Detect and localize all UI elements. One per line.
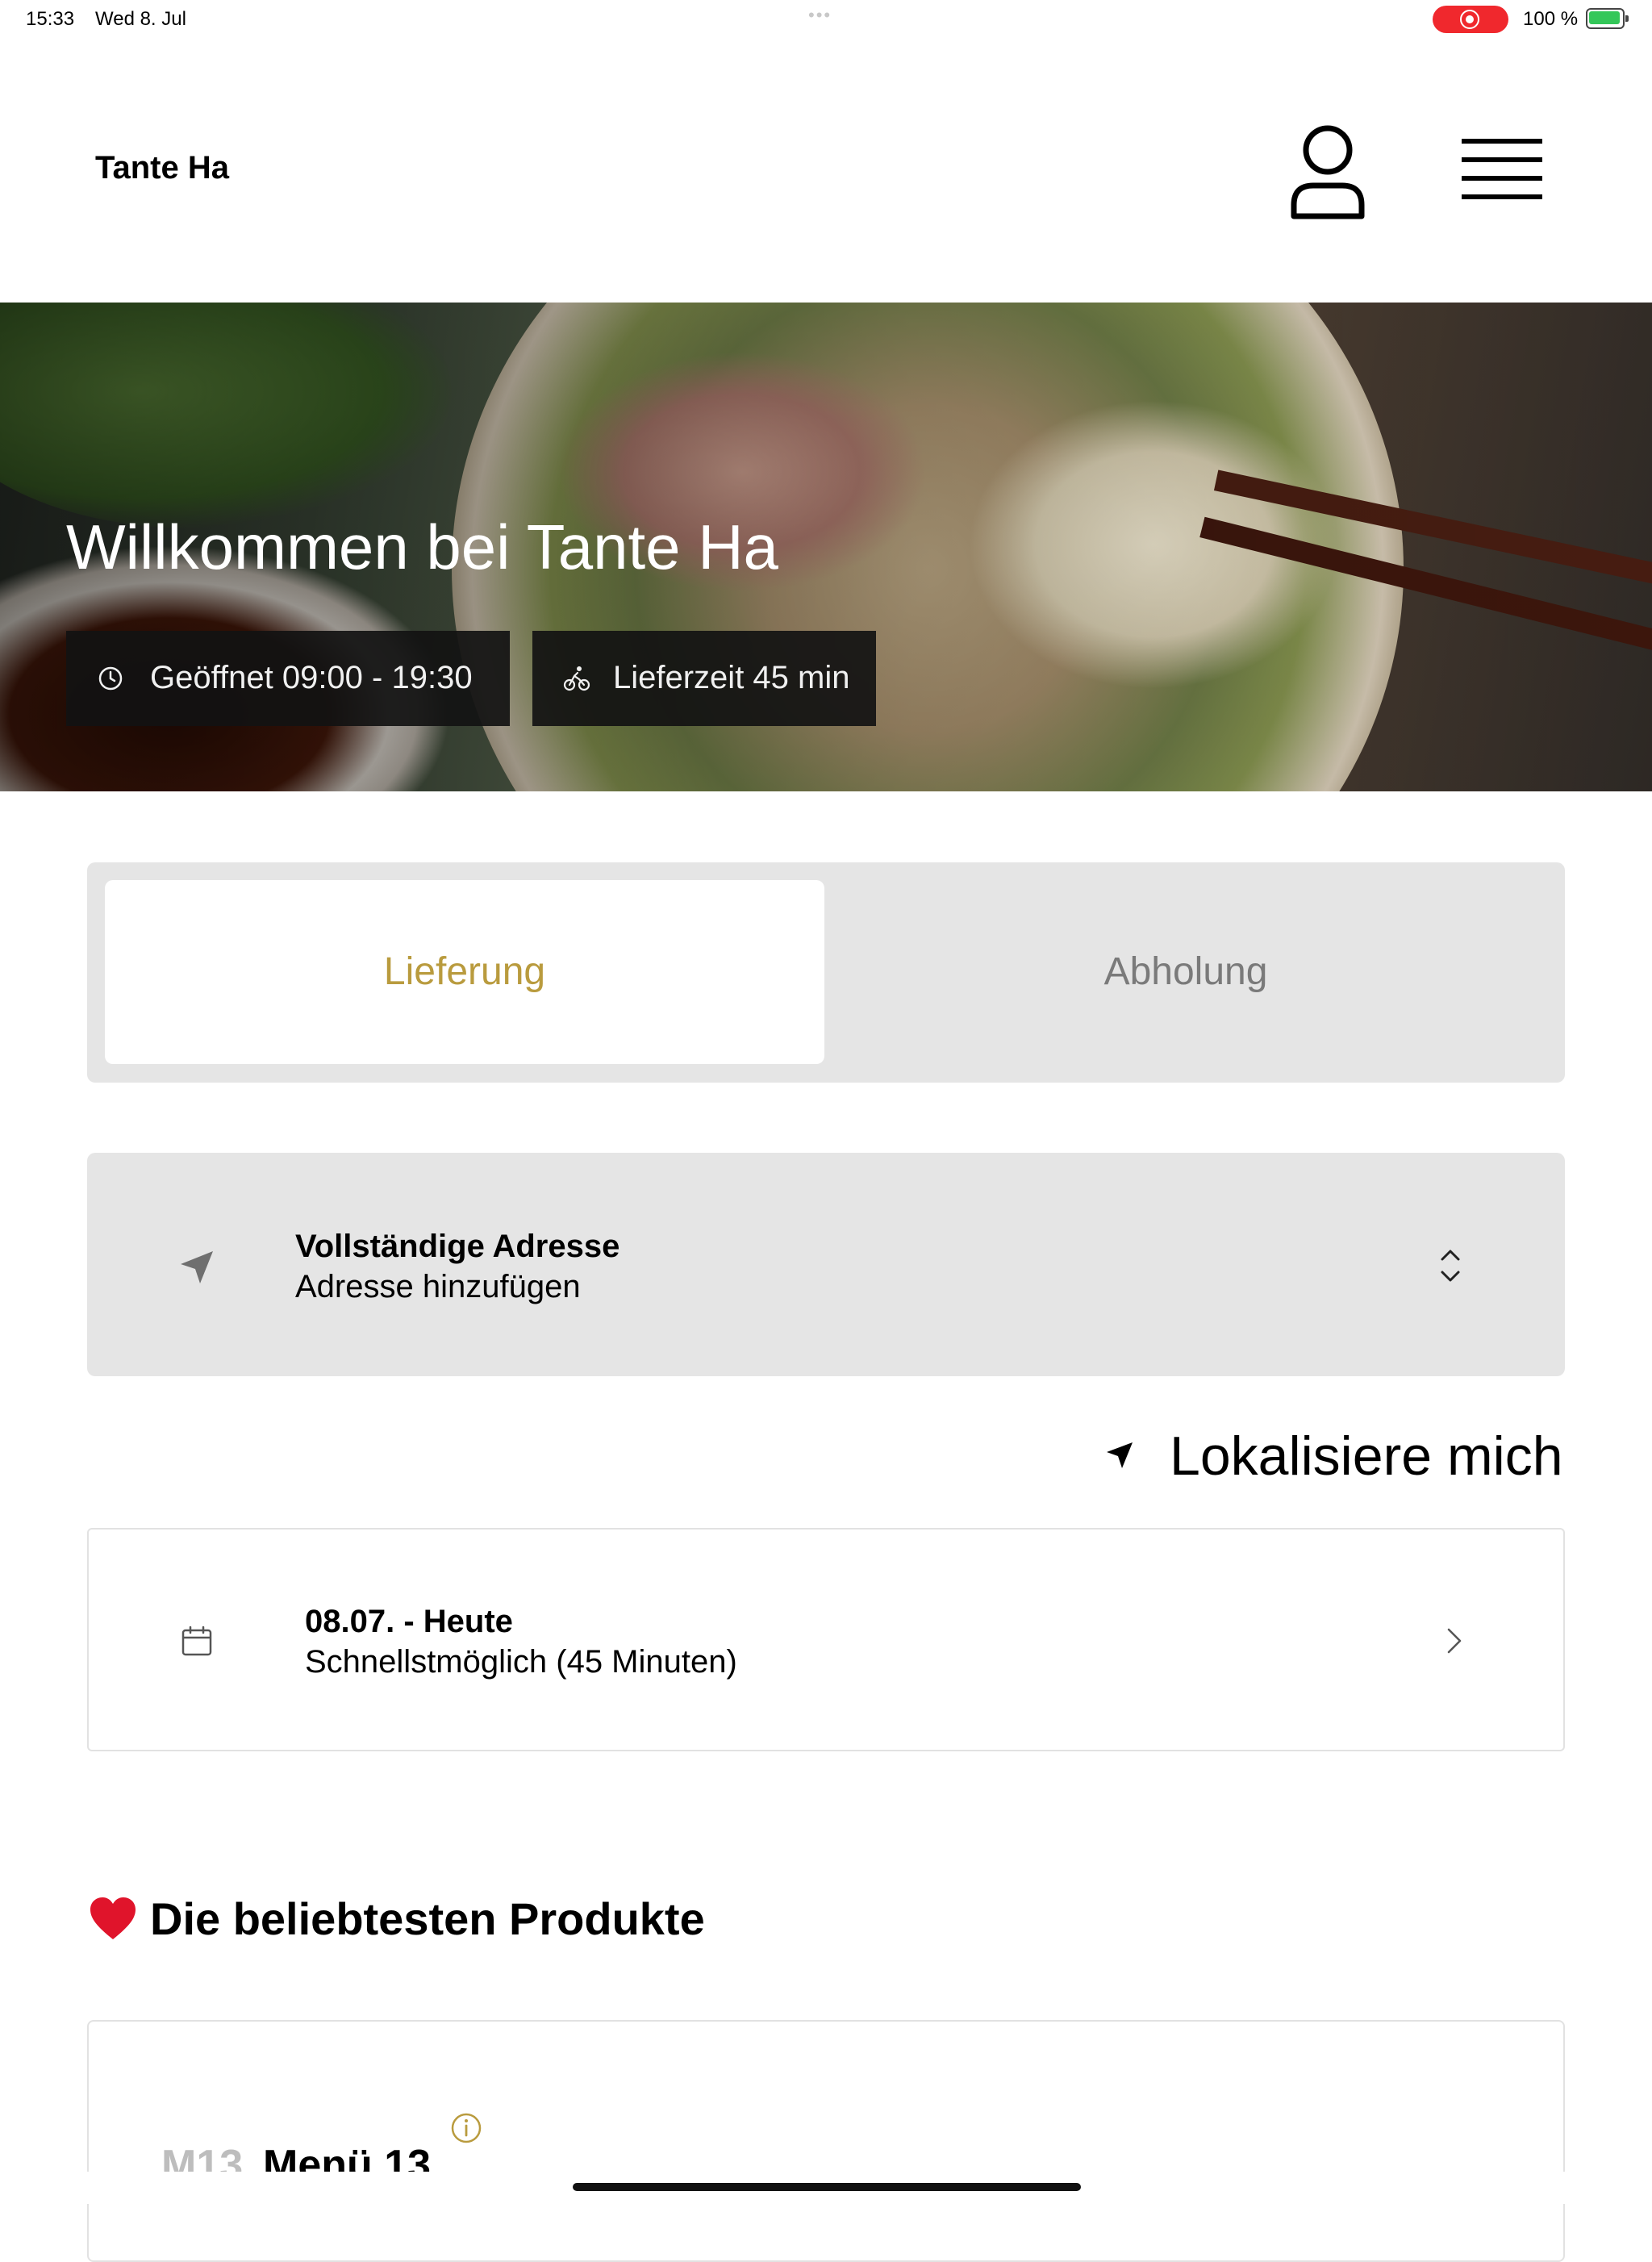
calendar-icon — [181, 1626, 212, 1656]
clock-icon — [98, 666, 123, 691]
product-card[interactable]: M13 Menü 13 — [87, 2020, 1565, 2262]
status-bar: 15:33 Wed 8. Jul ••• 100 % — [0, 0, 1652, 39]
delivery-date-selector[interactable]: 08.07. - Heute Schnellstmöglich (45 Minu… — [87, 1528, 1565, 1751]
battery-icon — [1586, 8, 1629, 29]
delivery-date-title: 08.07. - Heute — [305, 1604, 513, 1639]
battery-percent: 100 % — [1523, 8, 1579, 30]
delivery-time-badge: Lieferzeit 45 min — [532, 631, 876, 726]
delivery-date-subtitle: Schnellstmöglich (45 Minuten) — [305, 1644, 737, 1680]
tab-pickup[interactable]: Abholung — [826, 880, 1546, 1064]
address-title: Vollständige Adresse — [295, 1229, 620, 1264]
order-mode-toggle: Lieferung Abholung — [87, 862, 1565, 1083]
heart-icon — [90, 1897, 136, 1939]
chevron-right-icon — [1447, 1628, 1462, 1654]
section-title-text: Die beliebtesten Produkte — [150, 1893, 705, 1944]
hamburger-menu-icon — [1462, 139, 1542, 199]
locate-me-label: Lokalisiere mich — [1170, 1425, 1563, 1487]
address-placeholder: Adresse hinzufügen — [295, 1269, 581, 1304]
location-arrow-icon — [1107, 1442, 1133, 1468]
chevron-up-down-icon — [1441, 1250, 1460, 1282]
opening-hours-badge: Geöffnet 09:00 - 19:30 — [66, 631, 510, 726]
delivery-time-text: Lieferzeit 45 min — [613, 660, 850, 695]
bicycle-rider-icon — [563, 666, 590, 691]
section-title-popular: Die beliebtesten Produkte — [89, 1893, 705, 1945]
hero-title: Willkommen bei Tante Ha — [66, 511, 778, 582]
tab-delivery[interactable]: Lieferung — [105, 880, 824, 1064]
screen-recording-icon[interactable] — [1433, 6, 1508, 33]
status-date: Wed 8. Jul — [95, 8, 186, 30]
locate-me-button[interactable]: Lokalisiere mich — [1103, 1421, 1565, 1491]
multitasking-dots-icon[interactable]: ••• — [808, 5, 832, 26]
user-icon — [1291, 125, 1365, 219]
home-indicator[interactable] — [573, 2183, 1081, 2191]
location-arrow-icon — [181, 1251, 213, 1283]
status-time: 15:33 — [26, 8, 75, 30]
opening-hours-text: Geöffnet 09:00 - 19:30 — [150, 660, 473, 695]
info-icon[interactable] — [450, 2112, 482, 2144]
profile-button[interactable] — [1287, 121, 1368, 221]
menu-button[interactable] — [1452, 131, 1552, 211]
address-selector[interactable]: Vollständige Adresse Adresse hinzufügen — [87, 1153, 1565, 1376]
hero-banner: Willkommen bei Tante Ha Geöffnet 09:00 -… — [0, 303, 1652, 791]
brand-name[interactable]: Tante Ha — [95, 150, 229, 186]
